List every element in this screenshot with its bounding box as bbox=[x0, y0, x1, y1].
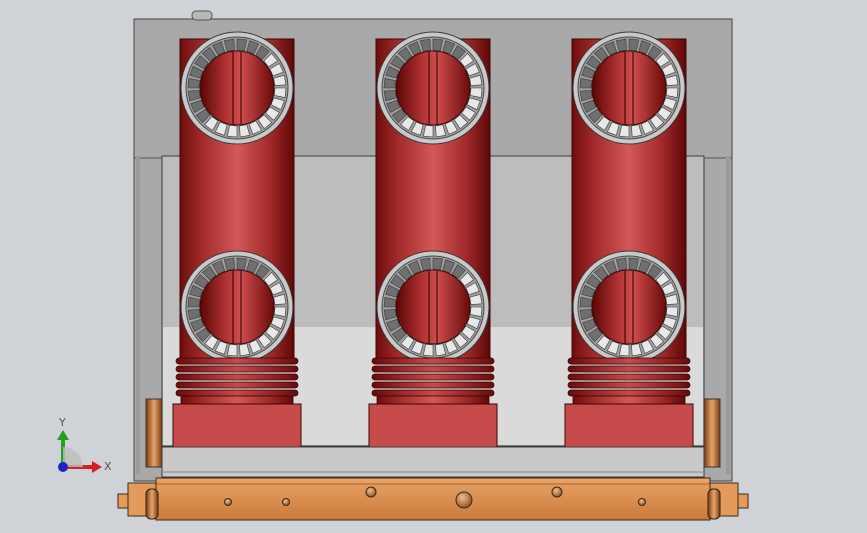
bellows-neck bbox=[376, 395, 490, 405]
bellows-rib bbox=[567, 373, 691, 381]
bellows-rib bbox=[371, 357, 495, 365]
base-bolt bbox=[551, 486, 563, 498]
x-arrow-head bbox=[92, 461, 102, 473]
base-tab-left bbox=[117, 493, 129, 509]
bellows-rib bbox=[175, 357, 299, 365]
bellows-neck bbox=[180, 395, 294, 405]
top-lug bbox=[191, 10, 213, 21]
base-knob-left bbox=[145, 488, 159, 520]
terminal-bore bbox=[395, 269, 471, 345]
bellows-neck bbox=[572, 395, 686, 405]
base-tab-right bbox=[737, 493, 749, 509]
bellows-rib bbox=[567, 381, 691, 389]
pole-left bbox=[172, 31, 302, 448]
base-hole bbox=[224, 498, 232, 506]
terminal-bore bbox=[591, 269, 667, 345]
side-post-right bbox=[703, 398, 721, 468]
base-hole bbox=[282, 498, 290, 506]
bellows-rib bbox=[371, 365, 495, 373]
cad-viewport[interactable]: X Y bbox=[0, 0, 867, 533]
base-bolt bbox=[365, 486, 377, 498]
pole-right bbox=[564, 31, 694, 448]
terminal-bore bbox=[395, 50, 471, 126]
bellows-rib bbox=[175, 373, 299, 381]
bottom-rail bbox=[161, 446, 705, 478]
pole-base-block bbox=[564, 403, 694, 448]
cad-scene: X Y bbox=[57, 10, 749, 521]
bellows-rib bbox=[371, 373, 495, 381]
copper-base bbox=[117, 477, 749, 521]
side-strip-left bbox=[136, 156, 140, 474]
pole-base-block bbox=[368, 403, 498, 448]
bellows-rib bbox=[567, 365, 691, 373]
axis-triad: X Y bbox=[57, 416, 112, 473]
bellows-rib bbox=[567, 389, 691, 397]
pole-base-block bbox=[172, 403, 302, 448]
y-axis-label: Y bbox=[58, 416, 66, 429]
x-axis-label: X bbox=[104, 460, 112, 473]
terminal-bore bbox=[199, 50, 275, 126]
bellows-rib bbox=[175, 389, 299, 397]
bellows-rib bbox=[567, 357, 691, 365]
poles-group bbox=[172, 31, 694, 448]
bellows-rib bbox=[371, 381, 495, 389]
side-strip-right bbox=[726, 156, 730, 474]
base-center-bolt bbox=[455, 491, 473, 509]
bellows-rib bbox=[175, 381, 299, 389]
base-knob-right bbox=[707, 488, 721, 520]
side-post-left bbox=[145, 398, 163, 468]
base-hole bbox=[638, 498, 646, 506]
y-arrow-head bbox=[57, 430, 69, 440]
bellows-rib bbox=[371, 389, 495, 397]
terminal-bore bbox=[199, 269, 275, 345]
terminal-bore bbox=[591, 50, 667, 126]
pole-center bbox=[368, 31, 498, 448]
bellows-rib bbox=[175, 365, 299, 373]
z-axis-dot bbox=[58, 462, 68, 472]
